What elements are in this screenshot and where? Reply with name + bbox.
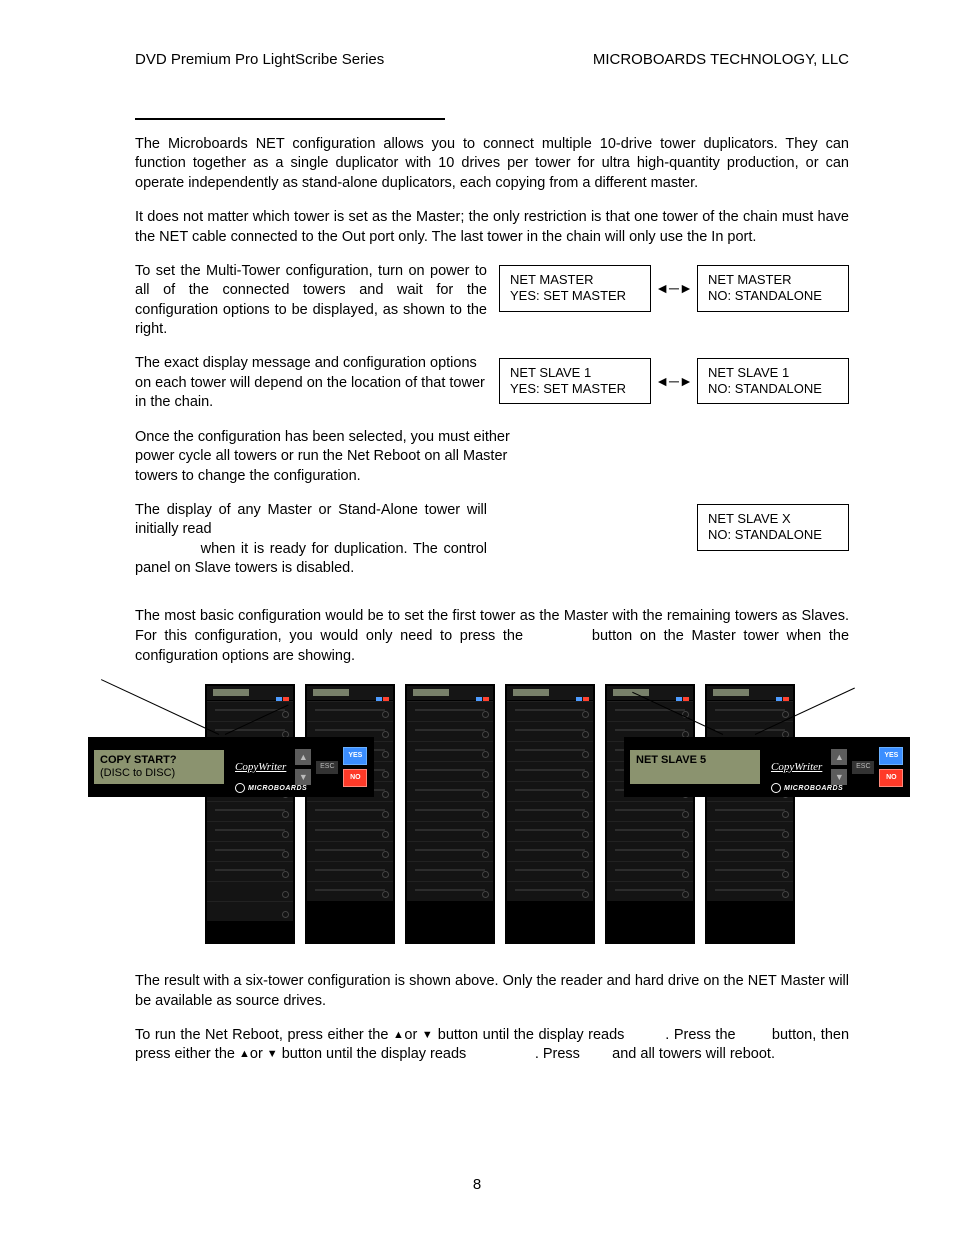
up-triangle-icon: ▲ — [239, 1048, 250, 1060]
display-pair-master: NET MASTER YES: SET MASTER ◄─► NET MASTE… — [499, 265, 849, 312]
yes-button[interactable]: YES — [343, 747, 367, 765]
para-netreboot: To run the Net Reboot, press either the … — [135, 1026, 849, 1065]
page-number: 8 — [0, 1175, 954, 1195]
para-intro: The Microboards NET configuration allows… — [135, 135, 849, 194]
microboards-logo: MICROBOARDS — [235, 783, 307, 793]
yes-button[interactable]: YES — [879, 747, 903, 765]
arrow-double-icon: ◄─► — [659, 279, 689, 298]
up-triangle-icon: ▲ — [393, 1029, 404, 1041]
brand-label: CopyWriter — [235, 760, 286, 775]
down-triangle-icon: ▼ — [422, 1029, 433, 1041]
microboards-logo: MICROBOARDS — [771, 783, 843, 793]
no-button[interactable]: NO — [879, 769, 903, 787]
header-right: MICROBOARDS TECHNOLOGY, LLC — [593, 50, 849, 70]
esc-button[interactable]: ESC — [316, 761, 338, 774]
header-left: DVD Premium Pro LightScribe Series — [135, 50, 384, 70]
lcd-box-slavex: NET SLAVE X NO: STANDALONE — [697, 504, 849, 551]
para-set-config: To set the Multi-Tower configuration, tu… — [135, 262, 495, 340]
brand-label: CopyWriter — [771, 760, 822, 775]
para-powercycle: Once the configuration has been selected… — [135, 428, 515, 487]
section-rule — [135, 118, 445, 120]
para-result: The result with a six-tower configuratio… — [135, 972, 849, 1011]
no-button[interactable]: NO — [343, 769, 367, 787]
callout-master-lcd: COPY START? (DISC to DISC) — [94, 750, 224, 784]
down-triangle-icon: ▼ — [267, 1048, 278, 1060]
callout-slave-lcd: NET SLAVE 5 — [630, 750, 760, 784]
tower-diagram: COPY START? (DISC to DISC) CopyWriter ▲ … — [95, 684, 849, 944]
tower-3 — [405, 684, 495, 944]
up-button[interactable]: ▲ — [831, 749, 847, 765]
tower-6 — [705, 684, 795, 944]
arrow-double-icon: ◄─► — [659, 372, 689, 391]
para-exact: The exact display message and configurat… — [135, 354, 495, 413]
display-pair-slave1: NET SLAVE 1 YES: SET MASTER ◄─► NET SLAV… — [499, 358, 849, 405]
lcd-box-slave1-yes: NET SLAVE 1 YES: SET MASTER — [499, 358, 651, 405]
para-master-note: It does not matter which tower is set as… — [135, 208, 849, 247]
tower-5 — [605, 684, 695, 944]
lcd-box-master-no: NET MASTER NO: STANDALONE — [697, 265, 849, 312]
para-basic: The most basic configuration would be to… — [135, 607, 849, 666]
tower-2 — [305, 684, 395, 944]
callout-slave-panel: NET SLAVE 5 CopyWriter ▲ ▼ ESC YES NO MI… — [625, 738, 909, 796]
display-single-slavex: NET SLAVE X NO: STANDALONE — [499, 504, 849, 551]
callout-master-panel: COPY START? (DISC to DISC) CopyWriter ▲ … — [89, 738, 373, 796]
up-button[interactable]: ▲ — [295, 749, 311, 765]
tower-4 — [505, 684, 595, 944]
lcd-box-master-yes: NET MASTER YES: SET MASTER — [499, 265, 651, 312]
lcd-box-slave1-no: NET SLAVE 1 NO: STANDALONE — [697, 358, 849, 405]
esc-button[interactable]: ESC — [852, 761, 874, 774]
